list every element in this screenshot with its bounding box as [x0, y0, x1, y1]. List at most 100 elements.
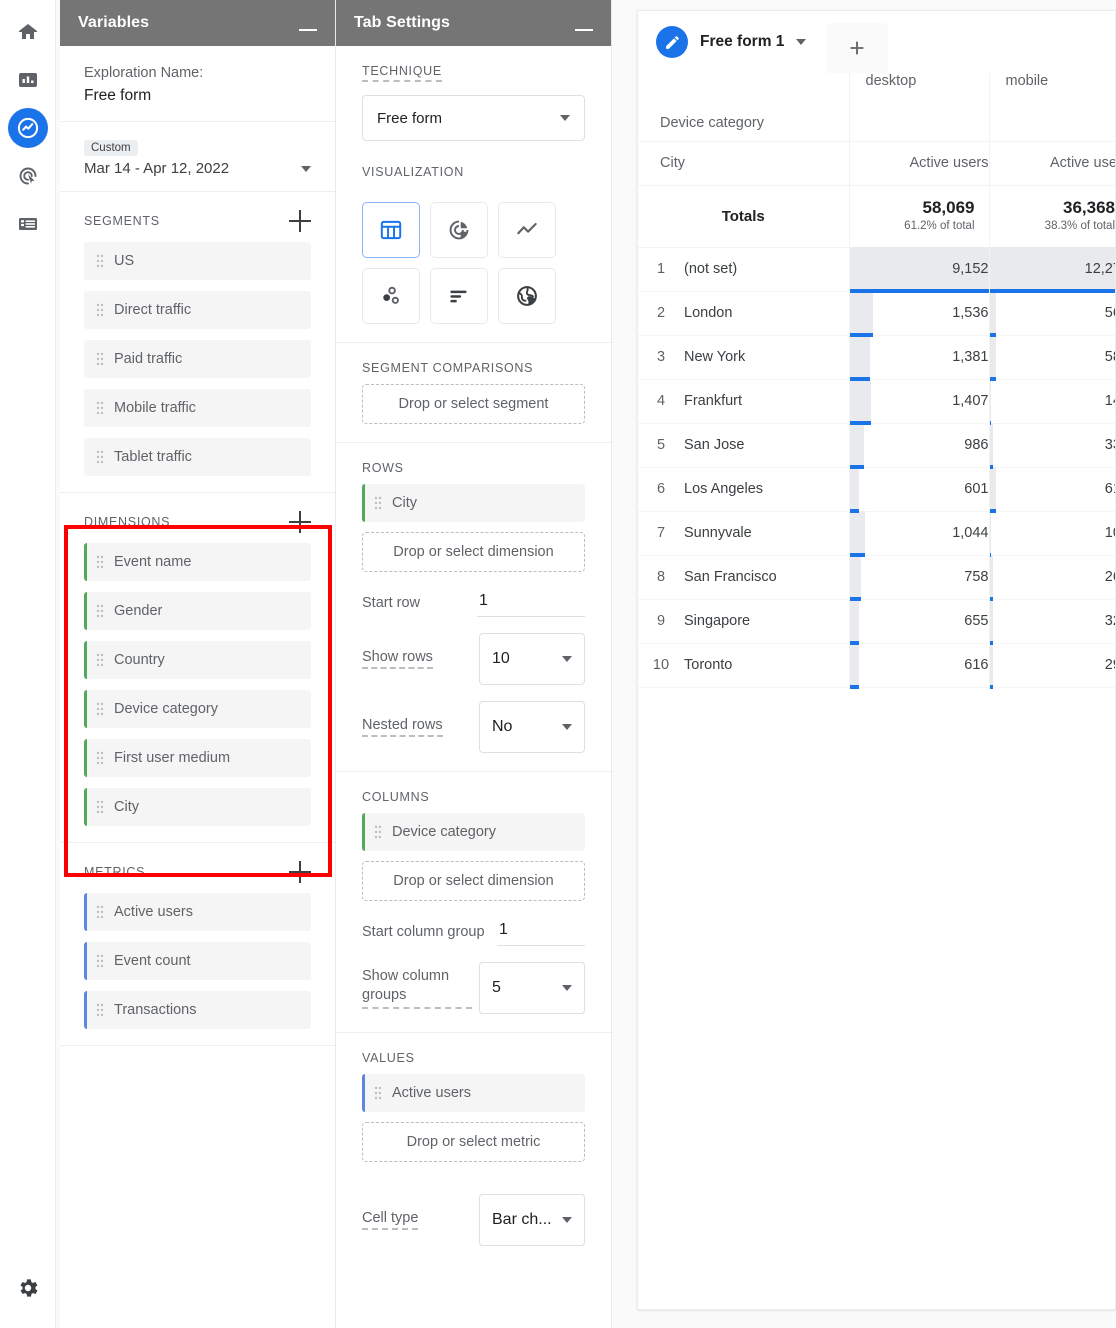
- columns-dimension-item[interactable]: Device category: [362, 813, 585, 851]
- metric-cell-desktop: 655: [849, 599, 989, 643]
- row-dimension-value: (not set): [684, 247, 849, 291]
- drag-handle-icon[interactable]: [93, 253, 107, 269]
- reports-icon[interactable]: [8, 60, 48, 100]
- segment-item[interactable]: US: [84, 242, 311, 280]
- drag-handle-icon[interactable]: [93, 302, 107, 318]
- values-metric-item[interactable]: Active users: [362, 1074, 585, 1112]
- chevron-down-icon[interactable]: [796, 39, 806, 45]
- table-row[interactable]: 10 Toronto 616 297: [638, 643, 1116, 687]
- date-range-block[interactable]: Custom Mar 14 - Apr 12, 2022: [60, 122, 335, 192]
- column-group-header[interactable]: mobile: [989, 73, 1116, 141]
- drag-handle-icon[interactable]: [93, 1002, 107, 1018]
- tab-bar: Free form 1: [638, 11, 1115, 73]
- drag-handle-icon[interactable]: [93, 799, 107, 815]
- home-icon[interactable]: [8, 12, 48, 52]
- start-row-input[interactable]: 1: [477, 588, 585, 617]
- cell-type-value: Bar ch...: [492, 1211, 552, 1229]
- drag-handle-icon[interactable]: [371, 824, 385, 840]
- viz-option-line-chart[interactable]: [498, 202, 556, 258]
- technique-select[interactable]: Free form: [362, 95, 585, 141]
- segment-dropzone[interactable]: Drop or select segment: [362, 384, 585, 424]
- table-row[interactable]: 1 (not set) 9,152 12,271: [638, 247, 1116, 291]
- viz-option-bar-chart[interactable]: [430, 268, 488, 324]
- dimensions-section: DIMENSIONS Event name Gender Country: [60, 493, 335, 843]
- metric-value: 146: [1105, 393, 1116, 409]
- dimension-item[interactable]: Device category: [84, 690, 311, 728]
- table-row[interactable]: 4 Frankfurt 1,407 146: [638, 379, 1116, 423]
- drag-handle-icon[interactable]: [93, 750, 107, 766]
- start-column-group-input[interactable]: 1: [497, 917, 585, 946]
- columns-dropzone[interactable]: Drop or select dimension: [362, 861, 585, 901]
- drag-handle-icon[interactable]: [93, 400, 107, 416]
- drag-handle-icon[interactable]: [93, 554, 107, 570]
- viz-option-table[interactable]: [362, 202, 420, 258]
- add-segment-button[interactable]: [289, 210, 311, 232]
- tab-free-form-1[interactable]: Free form 1: [638, 11, 822, 73]
- add-metric-button[interactable]: [289, 861, 311, 883]
- viz-option-scatter-plot[interactable]: [362, 268, 420, 324]
- rows-dropzone[interactable]: Drop or select dimension: [362, 532, 585, 572]
- add-tab-button[interactable]: [826, 23, 888, 73]
- row-dimension-name[interactable]: City: [638, 141, 849, 185]
- metric-cell-mobile: 108: [989, 511, 1116, 555]
- columns-label: COLUMNS: [362, 790, 429, 804]
- metric-item[interactable]: Transactions: [84, 991, 311, 1029]
- drag-handle-icon[interactable]: [371, 1085, 385, 1101]
- nested-rows-select[interactable]: No: [479, 701, 585, 753]
- segments-section: SEGMENTS US Direct traffic Paid traffi: [60, 192, 335, 493]
- drag-handle-icon[interactable]: [93, 603, 107, 619]
- dimension-item[interactable]: City: [84, 788, 311, 826]
- row-index: 10: [638, 643, 684, 687]
- table-row[interactable]: 9 Singapore 655 322: [638, 599, 1116, 643]
- dimension-item[interactable]: Gender: [84, 592, 311, 630]
- gear-icon[interactable]: [8, 1268, 48, 1308]
- metric-item[interactable]: Active users: [84, 893, 311, 931]
- explore-icon[interactable]: [8, 108, 48, 148]
- exploration-name-value[interactable]: Free form: [84, 84, 311, 107]
- dimension-item[interactable]: Event name: [84, 543, 311, 581]
- nested-rows-control: Nested rows No: [362, 701, 585, 753]
- drag-handle-icon[interactable]: [93, 953, 107, 969]
- collapse-tab-settings-button[interactable]: [575, 29, 593, 31]
- values-dropzone[interactable]: Drop or select metric: [362, 1122, 585, 1162]
- date-range-row[interactable]: Mar 14 - Apr 12, 2022: [84, 160, 311, 177]
- table-row[interactable]: 2 London 1,536 565: [638, 291, 1116, 335]
- table-row[interactable]: 3 New York 1,381 589: [638, 335, 1116, 379]
- drag-handle-icon[interactable]: [93, 904, 107, 920]
- row-dimension-value: Los Angeles: [684, 467, 849, 511]
- segment-item[interactable]: Paid traffic: [84, 340, 311, 378]
- add-dimension-button[interactable]: [289, 511, 311, 533]
- chevron-down-icon[interactable]: [301, 166, 311, 172]
- library-icon[interactable]: [8, 204, 48, 244]
- drag-handle-icon[interactable]: [93, 652, 107, 668]
- metric-label: Active users: [114, 904, 193, 920]
- drag-handle-icon[interactable]: [93, 351, 107, 367]
- advertising-icon[interactable]: [8, 156, 48, 196]
- dimension-item[interactable]: Country: [84, 641, 311, 679]
- segment-item[interactable]: Tablet traffic: [84, 438, 311, 476]
- viz-option-geo-map[interactable]: [498, 268, 556, 324]
- collapse-variables-button[interactable]: [299, 29, 317, 31]
- show-column-groups-select[interactable]: 5: [479, 962, 585, 1014]
- dimension-item[interactable]: First user medium: [84, 739, 311, 777]
- column-group-label: desktop: [866, 73, 917, 89]
- viz-option-donut-chart[interactable]: [430, 202, 488, 258]
- rows-dimension-item[interactable]: City: [362, 484, 585, 522]
- cell-type-select[interactable]: Bar ch...: [479, 1194, 585, 1246]
- table-row[interactable]: 8 San Francisco 758 267: [638, 555, 1116, 599]
- column-group-header[interactable]: desktop: [849, 73, 989, 141]
- rows-label: ROWS: [362, 461, 404, 475]
- drag-handle-icon[interactable]: [93, 701, 107, 717]
- segment-item[interactable]: Mobile traffic: [84, 389, 311, 427]
- metric-header[interactable]: Active users: [849, 141, 989, 185]
- table-row[interactable]: 6 Los Angeles 601 614: [638, 467, 1116, 511]
- show-rows-select[interactable]: 10: [479, 633, 585, 685]
- table-row[interactable]: 5 San Jose 986 339: [638, 423, 1116, 467]
- drag-handle-icon[interactable]: [371, 495, 385, 511]
- metric-header[interactable]: Active users: [989, 141, 1116, 185]
- segment-item[interactable]: Direct traffic: [84, 291, 311, 329]
- metric-item[interactable]: Event count: [84, 942, 311, 980]
- drag-handle-icon[interactable]: [93, 449, 107, 465]
- dimension-label: First user medium: [114, 750, 230, 766]
- table-row[interactable]: 7 Sunnyvale 1,044 108: [638, 511, 1116, 555]
